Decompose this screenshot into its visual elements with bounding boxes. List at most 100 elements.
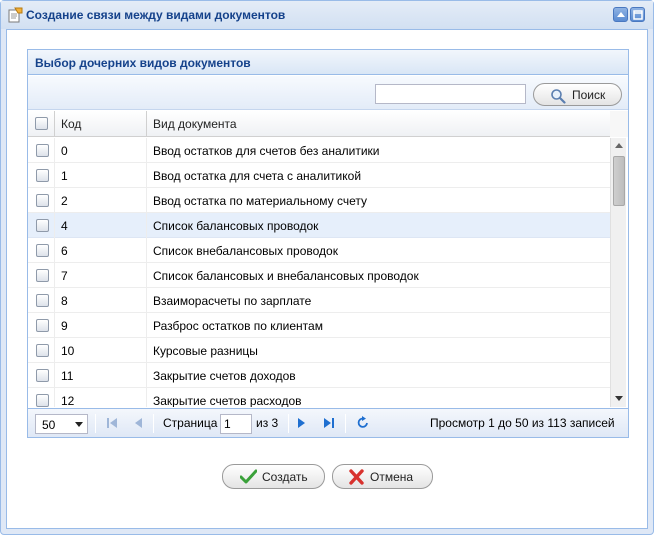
paging-toolbar: 50 Страница из 3 [28,408,628,437]
column-header-doctype[interactable]: Вид документа [147,111,610,136]
row-code: 6 [61,244,68,258]
maximize-icon [633,10,643,20]
row-code: 9 [61,319,68,333]
row-checkbox[interactable] [36,344,49,357]
row-code: 7 [61,269,68,283]
display-info: Просмотр 1 до 50 из 113 записей [430,416,615,430]
table-row[interactable]: 4 Список балансовых проводок [28,213,610,238]
row-code: 10 [61,344,75,358]
refresh-icon[interactable] [357,416,369,429]
cancel-button-label: Отмена [370,470,414,484]
cross-icon [348,469,365,488]
row-checkbox[interactable] [36,244,49,257]
column-header-code[interactable]: Код [55,111,147,136]
prev-page-icon[interactable] [134,417,142,429]
row-doctype-name: Взаиморасчеты по зарплате [153,294,312,308]
table-row[interactable]: 11 Закрытие счетов доходов [28,363,610,388]
scroll-up-icon[interactable] [615,142,623,148]
row-code: 12 [61,394,75,407]
column-header-doctype-label: Вид документа [153,117,237,131]
row-code: 0 [61,144,68,158]
toolbar-separator [153,414,154,433]
table-row[interactable]: 0 Ввод остатков для счетов без аналитики [28,138,610,163]
toolbar-separator [288,414,289,433]
scroll-down-icon[interactable] [615,396,623,402]
row-checkbox[interactable] [36,294,49,307]
select-all-checkbox[interactable] [35,117,48,130]
grid-body: 0 Ввод остатков для счетов без аналитики 1… [28,138,610,407]
search-button[interactable]: Поиск [533,83,622,106]
row-doctype-name: Курсовые разницы [153,344,258,358]
row-doctype-name: Разброс остатков по клиентам [153,319,323,333]
row-checkbox[interactable] [36,394,49,407]
toolbar-separator [95,414,96,433]
row-doctype-name: Ввод остатка по материальному счету [153,194,368,208]
row-checkbox[interactable] [36,219,49,232]
table-row[interactable]: 12 Закрытие счетов расходов [28,388,610,407]
header-select-all-cell [28,111,55,136]
magnifier-icon [550,88,566,107]
minimize-icon [617,12,625,17]
minimize-button[interactable] [613,7,628,22]
page-count-label: из 3 [256,416,279,430]
row-code-cell [55,288,147,313]
checkmark-icon [239,469,258,488]
header-scroll-corner [610,111,628,137]
child-doctypes-panel: Выбор дочерних видов документов Поиск Ко… [27,49,629,438]
row-code: 11 [61,369,74,383]
table-row[interactable]: 8 Взаиморасчеты по зарплате [28,288,610,313]
row-doctype-name: Закрытие счетов доходов [153,369,296,383]
search-button-label: Поиск [572,88,606,102]
create-button-label: Создать [262,470,308,484]
table-row[interactable]: 6 Список внебалансовых проводок [28,238,610,263]
row-code-cell [55,163,147,188]
first-page-icon[interactable] [107,417,117,429]
row-code-cell [55,238,147,263]
table-row[interactable]: 2 Ввод остатка по материальному счету [28,188,610,213]
row-doctype-name: Закрытие счетов расходов [153,394,302,407]
current-page-input[interactable] [220,414,252,434]
row-code-cell [55,263,147,288]
vertical-scrollbar[interactable] [610,138,626,407]
column-header-code-label: Код [61,117,82,131]
row-checkbox[interactable] [36,144,49,157]
row-doctype-name: Список балансовых и внебалансовых провод… [153,269,419,283]
toolbar-separator [345,414,346,433]
maximize-button[interactable] [630,7,645,22]
page-size-value: 50 [42,418,56,432]
row-checkbox[interactable] [36,269,49,282]
row-code-cell [55,138,147,163]
page-label: Страница [163,416,218,430]
row-code: 8 [61,294,68,308]
table-row[interactable]: 10 Курсовые разницы [28,338,610,363]
window-title: Создание связи между видами документов [26,8,286,22]
table-row[interactable]: 7 Список балансовых и внебалансовых прово… [28,263,610,288]
row-doctype-name: Список внебалансовых проводок [153,244,338,258]
row-code: 2 [61,194,68,208]
page-size-select[interactable]: 50 [35,414,88,434]
dialog-window: Создание связи между видами документов В… [0,0,654,535]
row-doctype-name: Ввод остатка для счета с аналитикой [153,169,362,183]
row-checkbox[interactable] [36,319,49,332]
row-doctype-name: Ввод остатков для счетов без аналитики [153,144,380,158]
row-code: 1 [61,169,68,183]
row-code-cell [55,213,147,238]
table-row[interactable]: 1 Ввод остатка для счета с аналитикой [28,163,610,188]
cancel-button[interactable]: Отмена [332,464,433,489]
panel-header: Выбор дочерних видов документов [28,50,628,75]
next-page-icon[interactable] [298,417,306,429]
scroll-thumb[interactable] [613,156,625,206]
row-checkbox[interactable] [36,194,49,207]
search-toolbar: Поиск [28,76,628,110]
row-checkbox[interactable] [36,369,49,382]
window-titlebar[interactable]: Создание связи между видами документов [1,1,653,29]
table-row[interactable]: 9 Разброс остатков по клиентам [28,313,610,338]
create-button[interactable]: Создать [222,464,325,489]
grid-header: Код Вид документа [28,111,628,137]
row-checkbox[interactable] [36,169,49,182]
row-code-cell [55,313,147,338]
last-page-icon[interactable] [324,417,334,429]
chevron-down-icon [75,422,83,427]
row-doctype-name: Список балансовых проводок [153,219,319,233]
search-input[interactable] [375,84,526,104]
